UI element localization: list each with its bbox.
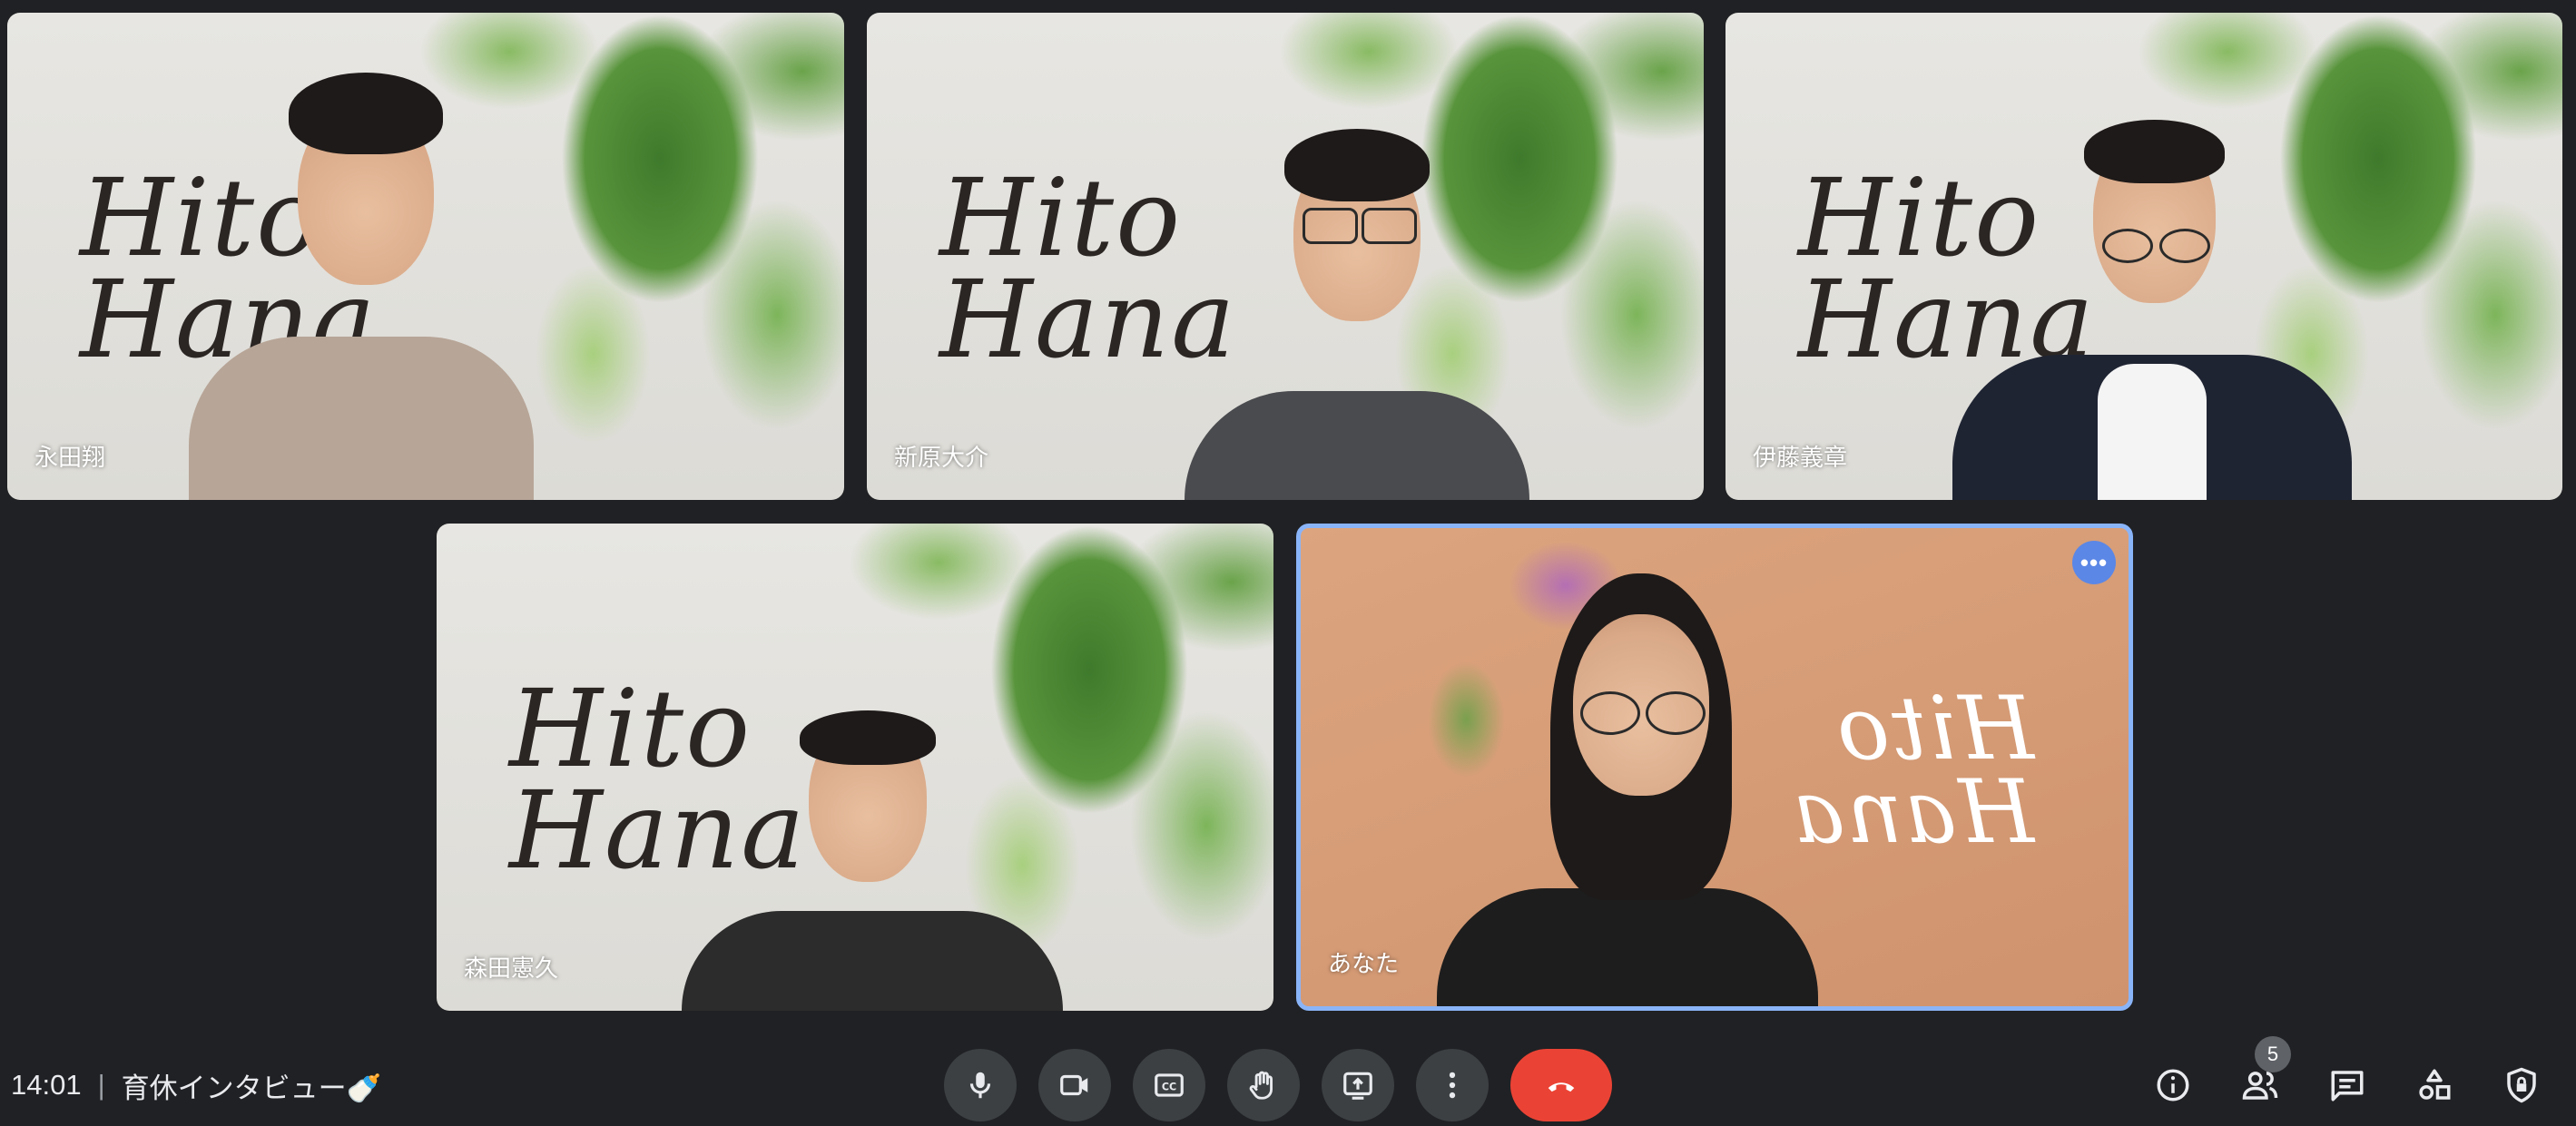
raise-hand-button[interactable] <box>1227 1049 1300 1121</box>
activities-button[interactable] <box>2398 1049 2471 1121</box>
participant-tile[interactable]: Hito Hana 森田憲久 <box>437 524 1273 1011</box>
hitohana-logo-mirrored: Hito Hana <box>1791 678 2035 863</box>
participant-name: あなた <box>1328 950 1400 977</box>
participant-video <box>1175 13 1539 500</box>
host-controls-button[interactable] <box>2485 1049 2558 1121</box>
meeting-time: 14:01 <box>11 1069 82 1101</box>
end-call-icon <box>1548 1082 1575 1092</box>
end-call-button[interactable] <box>1510 1049 1612 1121</box>
participant-name: 新原大介 <box>894 444 989 471</box>
participant-name: 永田翔 <box>34 444 106 471</box>
participant-video <box>673 524 1072 1011</box>
activities-icon <box>2419 1069 2451 1100</box>
raise-hand-icon <box>1249 1071 1273 1100</box>
closed-captions-icon: CC <box>1155 1073 1184 1097</box>
people-button[interactable]: 5 <box>2224 1036 2296 1121</box>
participant-tile-self[interactable]: Hito Hana ••• あなた <box>1296 524 2133 1011</box>
participant-video <box>1428 528 1827 1006</box>
participant-name: 伊藤義章 <box>1753 444 1848 471</box>
camera-button[interactable] <box>1038 1049 1111 1121</box>
participant-name: 森田憲久 <box>464 955 559 982</box>
microphone-icon <box>969 1072 991 1099</box>
more-horiz-icon[interactable]: ••• <box>2072 541 2116 584</box>
call-controls: CC <box>944 1049 1612 1121</box>
meeting-info: 14:01 | 育休インタビュー🍼 <box>11 1063 381 1107</box>
people-count-badge: 5 <box>2255 1036 2291 1072</box>
info-icon <box>2157 1069 2189 1102</box>
meeting-separator: | <box>97 1069 105 1101</box>
meeting-details-button[interactable] <box>2137 1049 2209 1121</box>
participant-video <box>180 13 543 500</box>
participant-video <box>1943 13 2361 500</box>
chat-button[interactable] <box>2311 1049 2384 1121</box>
present-screen-icon <box>1343 1072 1372 1100</box>
microphone-button[interactable] <box>944 1049 1017 1121</box>
camera-icon <box>1060 1074 1088 1096</box>
side-panel-controls: 5 <box>2137 1036 2558 1121</box>
more-options-button[interactable] <box>1416 1049 1489 1121</box>
logo-line-2: Hana <box>1791 761 2035 863</box>
captions-button[interactable]: CC <box>1133 1049 1205 1121</box>
participant-tile[interactable]: Hito Hana 伊藤義章 <box>1726 13 2562 500</box>
participant-tile[interactable]: Hito Hana 永田翔 <box>7 13 844 500</box>
logo-line-1: Hito <box>1835 678 2035 779</box>
participant-tile[interactable]: Hito Hana 新原大介 <box>867 13 1704 500</box>
host-controls-icon <box>2507 1067 2536 1103</box>
present-button[interactable] <box>1322 1049 1394 1121</box>
svg-text:CC: CC <box>1162 1082 1176 1093</box>
meeting-title: 育休インタビュー🍼 <box>121 1072 382 1104</box>
chat-icon <box>2331 1071 2364 1102</box>
more-vert-icon <box>1449 1072 1456 1099</box>
